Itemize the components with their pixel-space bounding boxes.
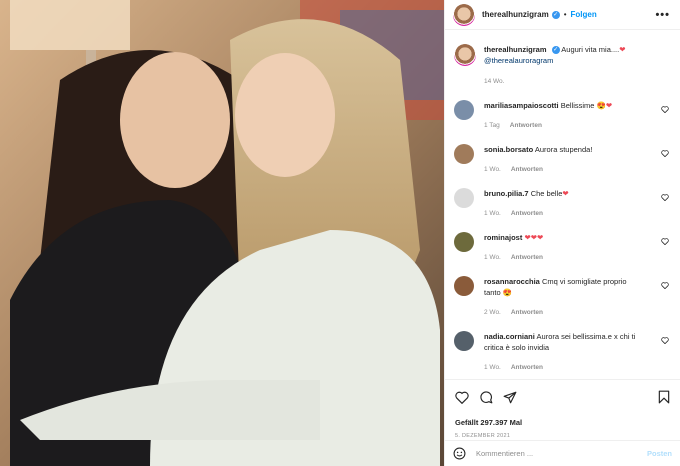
comment-age: 1 Tag [484,122,500,129]
comment-username[interactable]: nadia.corniani [484,332,535,341]
caption-avatar[interactable] [454,44,476,66]
comments-list[interactable]: therealhunzigram ✓ Auguri vita mia....❤ … [445,30,680,378]
post-actions: Gefällt 297.397 Mal 5. DEZEMBER 2021 [445,379,680,439]
author-avatar[interactable] [453,3,475,26]
more-options-icon[interactable]: ••• [655,9,670,21]
comment-like-icon[interactable] [661,282,669,289]
comment-row: nadia.corniani Aurora sei bellissima.e x… [454,331,671,373]
follow-button[interactable]: Folgen [571,10,597,19]
comment-username[interactable]: mariliasampaioscotti [484,101,559,110]
comment-age: 1 Wo. [484,364,501,371]
comment-avatar[interactable] [454,232,474,252]
heart-emoji-icon: ❤❤❤ [524,233,544,242]
comment-row: sonia.borsato Aurora stupenda! 1 Wo. Antwo… [454,144,671,175]
bookmark-icon[interactable] [658,390,670,404]
comment-age: 1 Wo. [484,254,501,261]
likes-count[interactable]: Gefällt 297.397 Mal [455,418,670,427]
post-photo[interactable] [0,0,444,466]
post-comment-button[interactable]: Posten [647,449,672,458]
comment-like-icon[interactable] [661,337,669,344]
heart-emoji-icon: ❤ [619,45,626,54]
verified-badge-icon: ✓ [551,10,560,19]
comment-username[interactable]: rosannarocchia [484,277,540,286]
verified-badge-icon: ✓ [551,46,560,55]
comment-text: Bellissime 😍 [560,101,606,110]
comment-icon[interactable] [479,390,493,404]
reply-button[interactable]: Antworten [510,122,542,129]
add-comment-bar: Posten [445,440,680,466]
caption-mention[interactable]: @therealauroragram [484,56,553,65]
comment-username[interactable]: rominajost [484,233,522,242]
post-date[interactable]: 5. DEZEMBER 2021 [455,433,670,439]
author-username[interactable]: therealhunzigram [482,10,549,19]
comment-avatar[interactable] [454,331,474,351]
comment-like-icon[interactable] [661,106,669,113]
comment-like-icon[interactable] [661,194,669,201]
post-side-panel: therealhunzigram ✓ • Folgen ••• therealh… [444,0,680,466]
emoji-icon[interactable] [453,447,466,460]
comment-text: Che belle [530,189,563,198]
caption-text: Auguri vita mia.... [561,45,620,54]
comment-age: 2 Wo. [484,309,501,316]
heart-emoji-icon: ❤ [605,101,613,110]
reply-button[interactable]: Antworten [511,364,543,371]
reply-button[interactable]: Antworten [511,309,543,316]
comment-row: rominajost ❤❤❤ 1 Wo. Antworten [454,232,671,263]
comment-avatar[interactable] [454,276,474,296]
separator-dot: • [563,10,567,19]
comment-age: 1 Wo. [484,166,501,173]
post-photo-illustration [0,0,444,466]
comment-input[interactable] [476,449,647,458]
comment-avatar[interactable] [454,188,474,208]
reply-button[interactable]: Antworten [511,166,543,173]
heart-emoji-icon: ❤ [562,189,569,198]
post-header: therealhunzigram ✓ • Folgen ••• [445,0,680,30]
post-caption: therealhunzigram ✓ Auguri vita mia....❤ … [454,44,671,87]
comment-age: 1 Wo. [484,210,501,217]
reply-button[interactable]: Antworten [511,210,543,217]
comment-like-icon[interactable] [661,150,669,157]
comment-avatar[interactable] [454,144,474,164]
comment-username[interactable]: bruno.pilia.7 [484,189,529,198]
share-icon[interactable] [503,391,517,404]
comment-text: Aurora stupenda! [534,145,593,154]
comment-row: mariliasampaioscotti Bellissime 😍❤ 1 Tag A… [454,100,671,131]
caption-age: 14 Wo. [484,78,505,85]
comment-username[interactable]: sonia.borsato [484,145,533,154]
comment-row: bruno.pilia.7 Che belle❤ 1 Wo. Antworten [454,188,671,219]
comment-row: rosannarocchia Cmq vi somigliate proprio… [454,276,671,318]
heart-icon[interactable] [455,391,469,404]
instagram-post-modal: therealhunzigram ✓ • Folgen ••• therealh… [0,0,680,466]
comment-avatar[interactable] [454,100,474,120]
reply-button[interactable]: Antworten [511,254,543,261]
comment-like-icon[interactable] [661,238,669,245]
caption-username[interactable]: therealhunzigram [484,45,547,54]
